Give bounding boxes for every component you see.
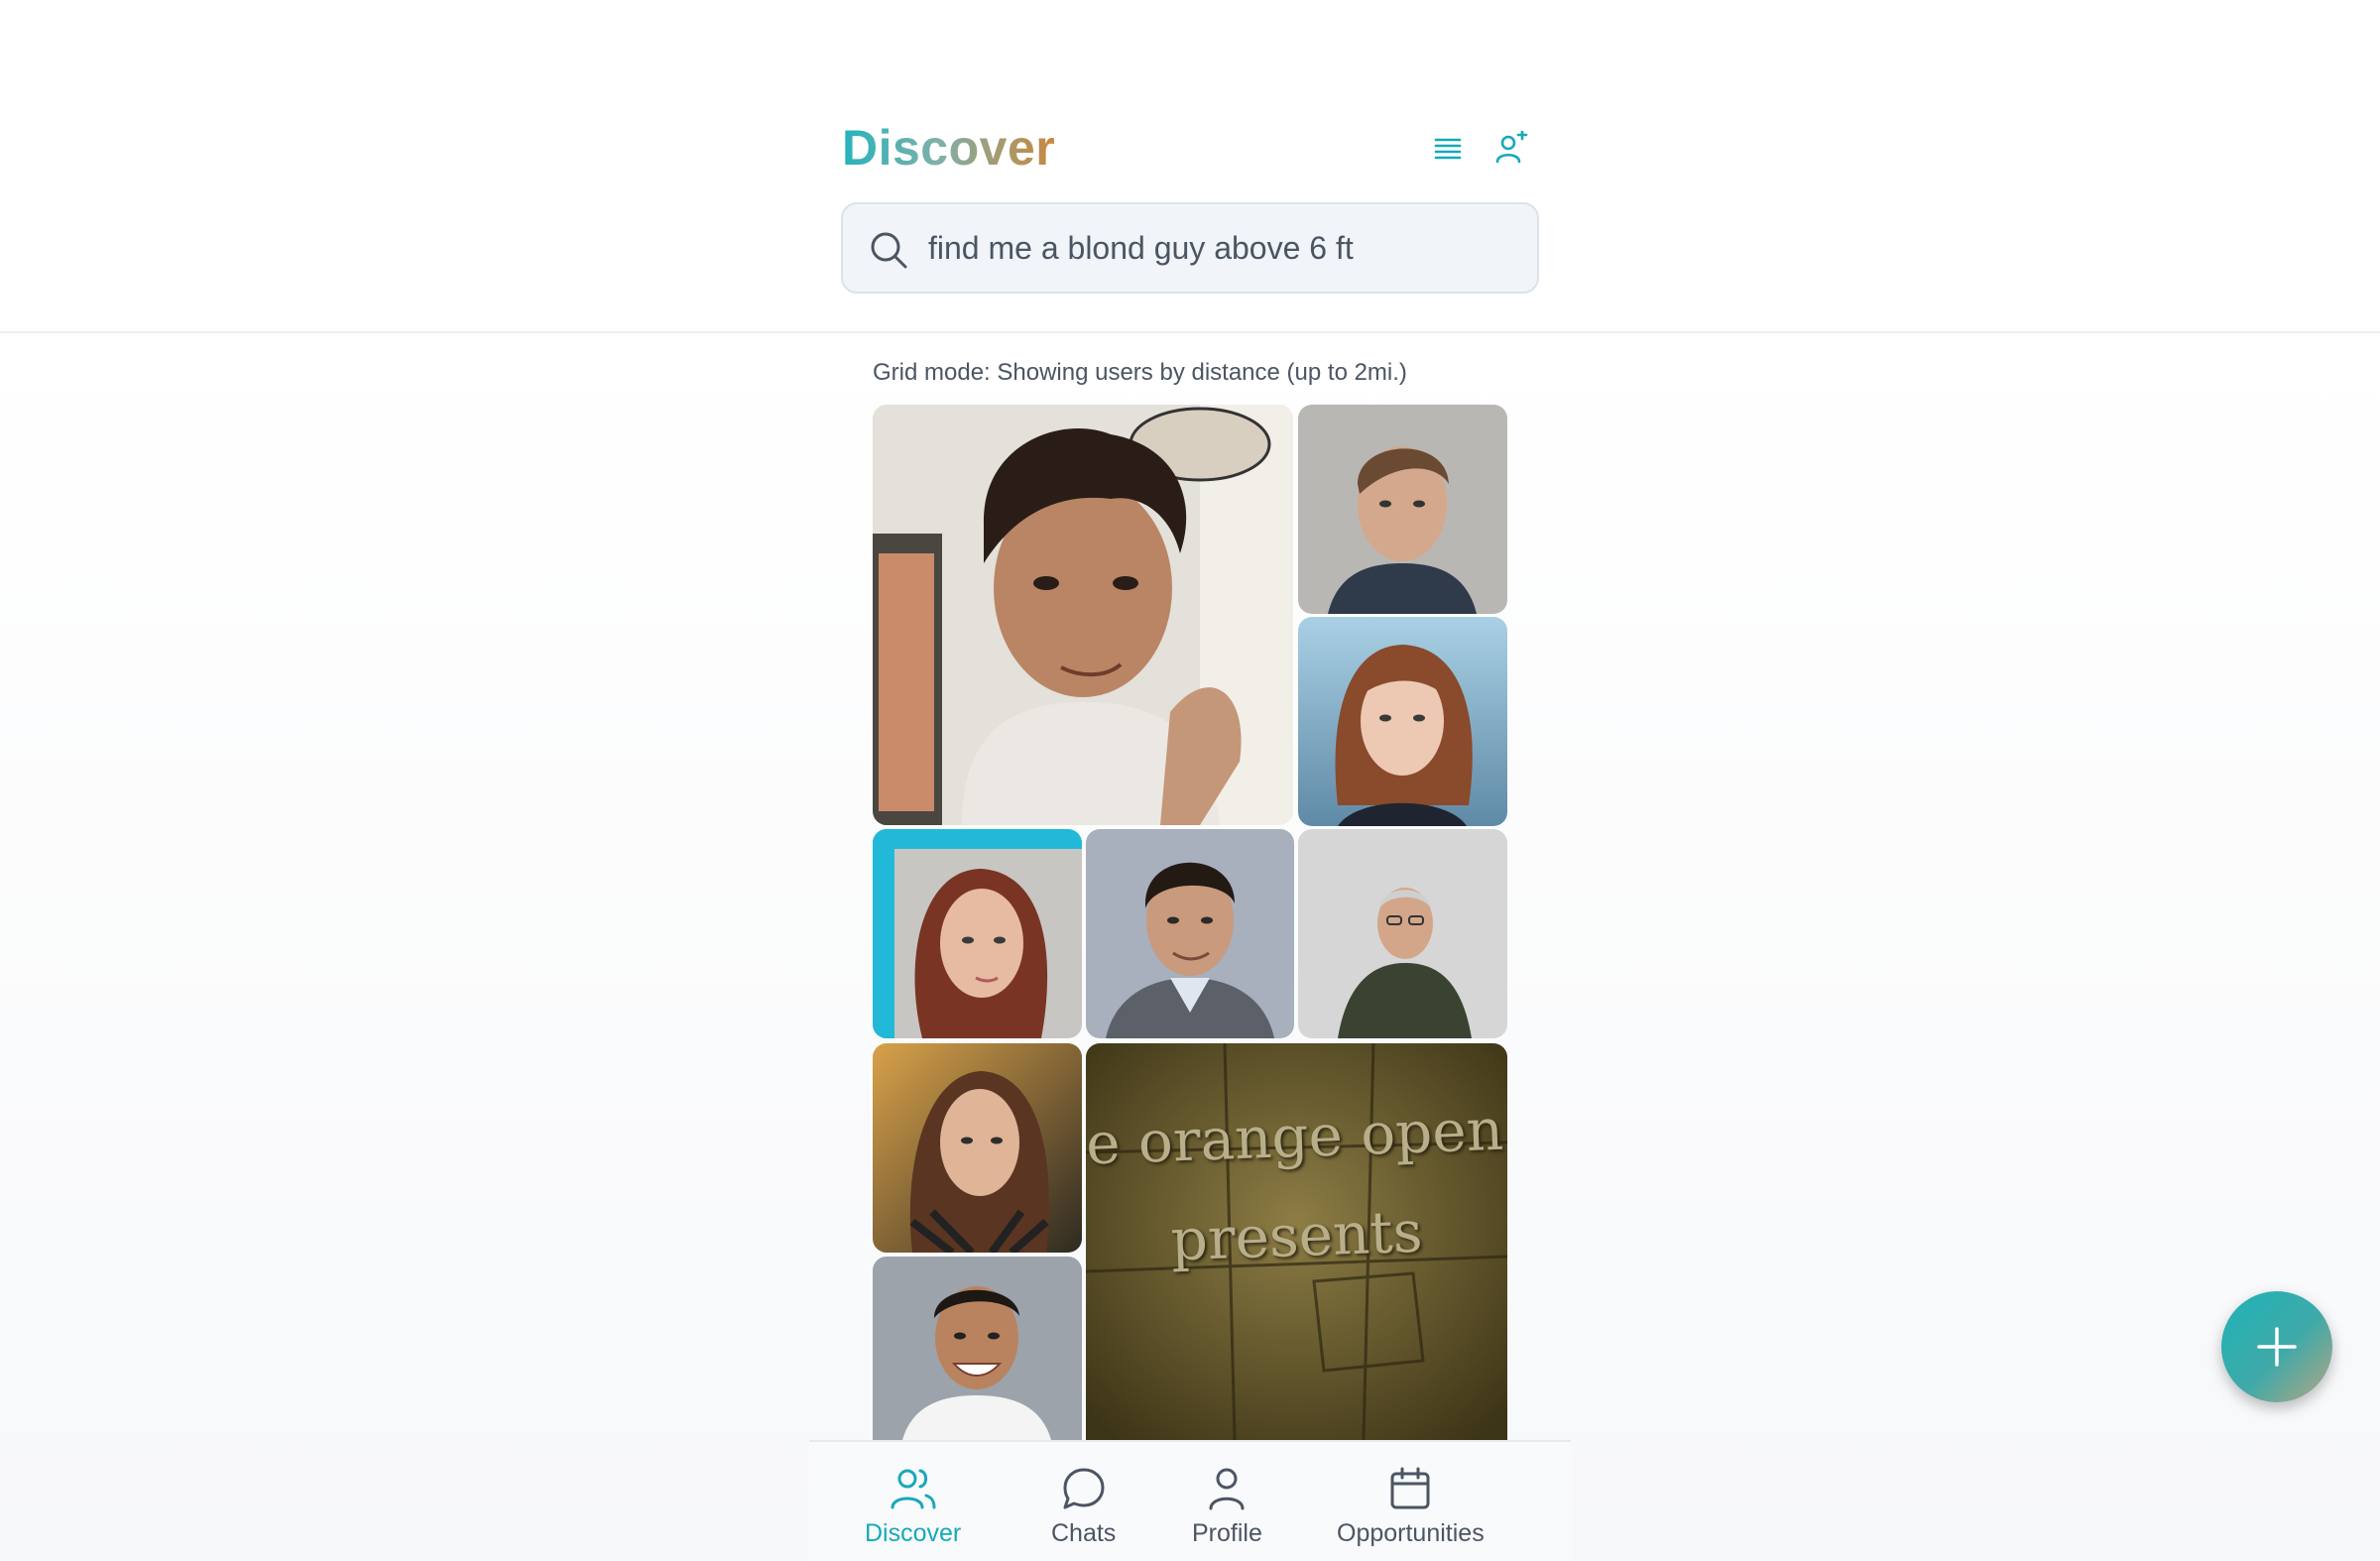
plus-icon [2257,1327,2297,1367]
nav-label: Discover [865,1519,962,1547]
nearby-users-button[interactable] [1489,127,1533,171]
user-photo [873,829,1082,1038]
user-photo-tile[interactable] [1298,405,1507,614]
user-photo [873,405,1293,825]
user-photo [1298,829,1507,1038]
nav-item-profile[interactable]: Profile [1192,1466,1262,1548]
user-photo-tile[interactable] [1298,617,1507,826]
grid-caption: Grid mode: Showing users by distance (up… [873,359,1407,386]
user-photo-tile[interactable] [873,829,1082,1038]
user-photo-tile[interactable] [1298,829,1507,1038]
nav-item-discover[interactable]: Discover [865,1466,961,1548]
list-view-button[interactable] [1426,127,1470,171]
user-photo [1298,405,1507,614]
user-photo-tile[interactable] [873,1257,1082,1440]
featured-video-tile[interactable]: e orange open movie projec presents [1086,1043,1507,1440]
nav-label: Chats [1051,1519,1117,1547]
search-input[interactable] [928,204,1523,292]
nav-item-opportunities[interactable]: Opportunities [1337,1466,1485,1548]
add-button[interactable] [2221,1291,2332,1402]
chat-bubble-icon [1063,1468,1105,1509]
list-icon [1434,138,1462,160]
bottom-nav: Discover Chats Profile Opportunities [809,1440,1571,1561]
users-icon [891,1469,936,1509]
user-photo [873,1043,1082,1253]
search-bar[interactable] [841,202,1539,294]
nav-label: Profile [1192,1519,1262,1547]
user-photo-tile[interactable] [1086,829,1294,1038]
user-photo-tile[interactable] [873,405,1293,825]
nav-item-chats[interactable]: Chats [1051,1466,1116,1548]
user-photo [1298,617,1507,826]
nav-label: Opportunities [1337,1519,1485,1547]
search-icon [871,232,907,269]
page-title: Discover [842,120,1056,176]
person-icon [1209,1468,1245,1510]
user-location-icon [1495,131,1528,164]
user-photo-tile[interactable] [873,1043,1082,1253]
user-photo [873,1257,1082,1440]
calendar-icon [1390,1467,1430,1509]
user-photo [1086,829,1294,1038]
